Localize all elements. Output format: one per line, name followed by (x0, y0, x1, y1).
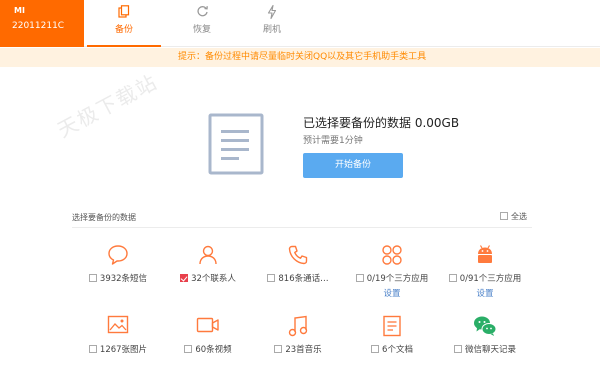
item-sms[interactable]: 3932条短信 (73, 244, 163, 306)
tab-restore-label: 恢复 (192, 25, 211, 35)
call-log-icon (253, 244, 343, 268)
item-label: 0/19个三方应用 (366, 274, 429, 284)
item-label: 816条通话… (278, 274, 329, 284)
watermark: 天极下载站 (53, 69, 162, 143)
settings-link[interactable]: 设置 (347, 287, 437, 299)
item-label: 3932条短信 (99, 274, 148, 284)
sms-icon (73, 244, 163, 268)
tab-restore[interactable]: 恢复 (165, 0, 239, 47)
item-label: 23首音乐 (285, 345, 322, 355)
tip-banner: 提示：备份过程中请尽量临时关闭QQ以及其它手机助手类工具 (0, 48, 600, 67)
item-label: 0/91个三方应用 (459, 274, 522, 284)
estimated-time: 预计需要1分钟 (303, 136, 363, 146)
top-bar: MI 22011211C 备份 恢复 刷机 (0, 0, 600, 47)
tab-backup-label: 备份 (114, 25, 133, 35)
item-label: 1267张图片 (99, 345, 148, 355)
document-summary-icon (208, 113, 264, 178)
item-third-party-apps[interactable]: 0/19个三方应用 设置 (347, 244, 437, 306)
settings-link[interactable]: 设置 (440, 287, 530, 299)
item-label: 微信聊天记录 (464, 345, 516, 355)
active-tab-indicator (87, 45, 161, 47)
item-checkbox[interactable] (88, 345, 97, 353)
select-all-box[interactable] (500, 212, 508, 220)
item-music[interactable]: 23首音乐 (253, 315, 343, 377)
tab-flash[interactable]: 刷机 (235, 0, 309, 47)
document-icon (347, 315, 437, 339)
item-checkbox[interactable] (448, 274, 457, 282)
restore-icon (165, 5, 239, 19)
photo-icon (73, 315, 163, 339)
flash-icon (235, 4, 309, 20)
item-call-log[interactable]: 816条通话… (253, 244, 343, 306)
apps-icon (347, 244, 437, 268)
divider (72, 227, 532, 228)
tab-backup[interactable]: 备份 (87, 0, 161, 47)
item-checkbox[interactable] (274, 345, 283, 353)
contacts-icon (163, 244, 253, 268)
section-label: 选择要备份的数据 (72, 213, 136, 222)
item-checkbox[interactable] (371, 345, 380, 353)
item-checkbox-checked[interactable] (180, 274, 189, 282)
wechat-icon (440, 315, 530, 339)
item-checkbox[interactable] (267, 274, 276, 282)
select-all-checkbox[interactable]: 全选 (500, 211, 527, 222)
item-contacts[interactable]: 32个联系人 (163, 244, 253, 306)
mi-logo: MI (14, 6, 25, 15)
item-photos[interactable]: 1267张图片 (73, 315, 163, 377)
item-label: 60条视频 (195, 345, 232, 355)
android-icon (440, 244, 530, 268)
item-wechat[interactable]: 微信聊天记录 (440, 315, 530, 377)
music-icon (253, 315, 343, 339)
tab-flash-label: 刷机 (262, 25, 281, 35)
device-model: 22011211C (12, 21, 65, 31)
backup-icon (87, 5, 161, 19)
item-checkbox[interactable] (453, 345, 462, 353)
item-checkbox[interactable] (184, 345, 193, 353)
item-label: 32个联系人 (191, 274, 236, 284)
selected-data-size: 已选择要备份的数据 0.00GB (303, 116, 460, 130)
item-checkbox[interactable] (88, 274, 97, 282)
item-videos[interactable]: 60条视频 (163, 315, 253, 377)
video-icon (163, 315, 253, 339)
item-third-party-apps-2[interactable]: 0/91个三方应用 设置 (440, 244, 530, 306)
start-backup-button[interactable]: 开始备份 (303, 153, 403, 178)
select-all-label: 全选 (511, 212, 527, 221)
item-checkbox[interactable] (355, 274, 364, 282)
device-panel[interactable]: MI 22011211C (0, 0, 84, 47)
item-label: 6个文档 (382, 345, 413, 355)
item-documents[interactable]: 6个文档 (347, 315, 437, 377)
